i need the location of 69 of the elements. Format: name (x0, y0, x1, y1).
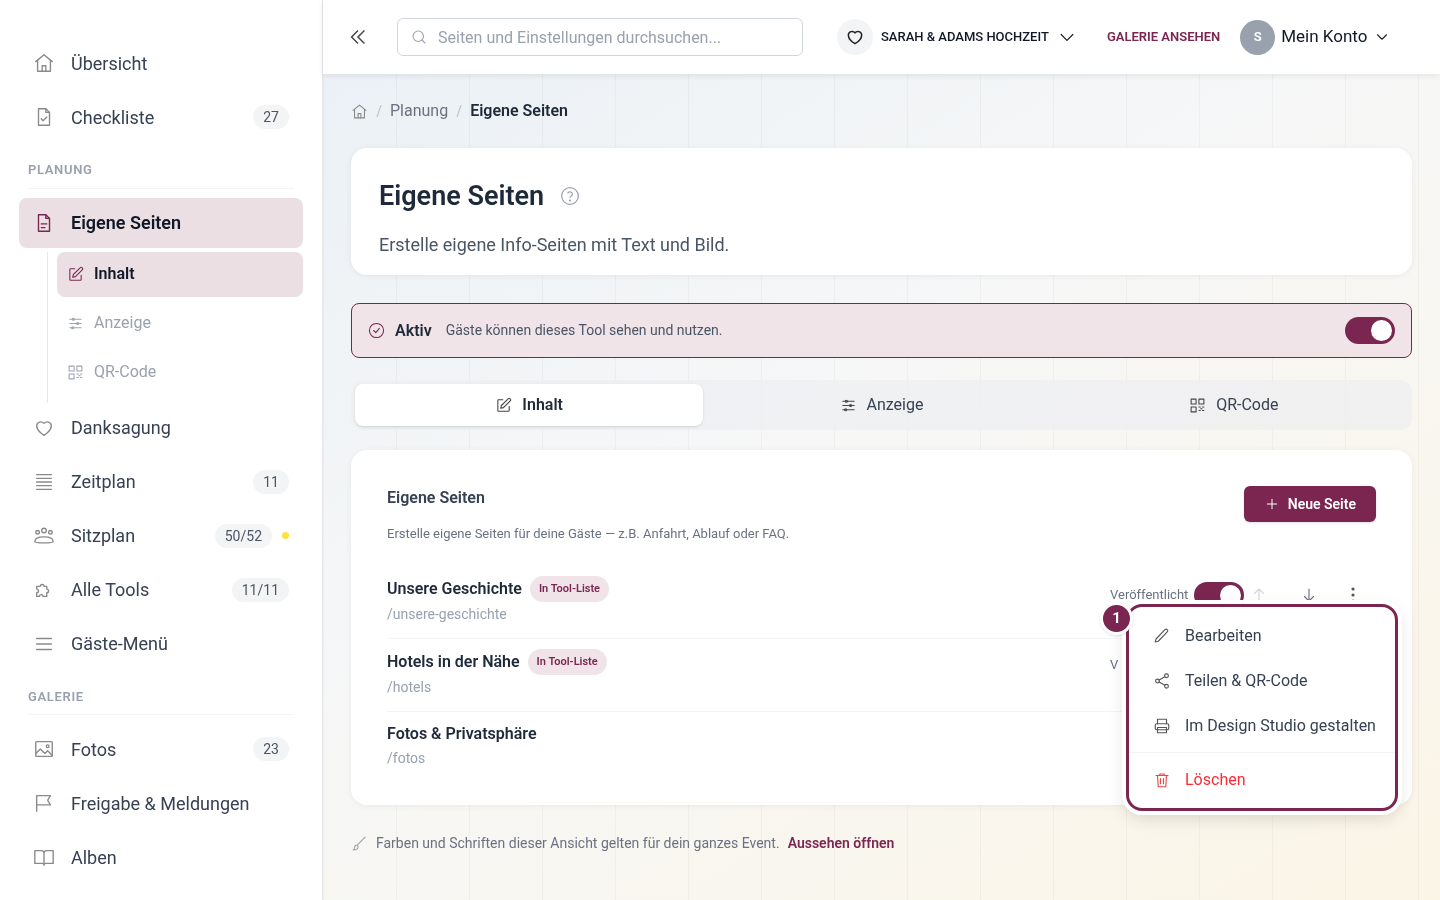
sidebar-item[interactable]: Alben (19, 832, 303, 882)
breadcrumb-separator (376, 104, 382, 118)
printer-icon (1153, 716, 1171, 735)
page-title: Unsere Geschichte (387, 577, 522, 600)
event-selector[interactable]: SARAH & ADAMS HOCHZEIT (837, 19, 1077, 55)
section-description: Erstelle eigene Seiten für deine Gäste — z.B. Anfahrt, Ablauf oder FAQ. (387, 525, 790, 543)
status-label: Aktiv (395, 319, 432, 342)
status-label: V (1110, 655, 1119, 674)
image-icon (33, 738, 55, 760)
share-icon (1153, 671, 1171, 690)
tool-list-badge: In Tool-Liste (529, 575, 610, 602)
edit-icon (495, 396, 513, 414)
section-title: Eigene Seiten (387, 487, 486, 509)
page-title: Hotels in der Nähe (387, 650, 520, 673)
section-heading: PLANUNG (28, 160, 294, 189)
sidebar-item[interactable]: Freigabe & Meldungen (19, 778, 303, 828)
sidebar-item[interactable]: Checkliste 27 (19, 92, 303, 142)
search-field[interactable]: Seiten und Einstellungen durchsuchen... (397, 18, 803, 56)
menu-item[interactable]: Im Design Studio gestalten (1137, 703, 1387, 748)
sidebar-item[interactable]: Fotos 23 (19, 724, 303, 774)
appearance-link[interactable]: Aussehen öffnen (787, 833, 895, 854)
breadcrumb-link[interactable]: Planung (390, 99, 449, 123)
gallery-link[interactable]: GALERIE ANSEHEN (1106, 27, 1221, 47)
brush-icon (351, 835, 368, 852)
page-slug: /unsere-geschichte (387, 604, 508, 624)
page-title: Eigene Seiten (379, 179, 545, 214)
section-heading: GALERIE (28, 686, 294, 715)
menu-item[interactable]: Teilen & QR-Code (1137, 658, 1387, 703)
sidebar-subitem[interactable]: Inhalt (57, 251, 303, 297)
qr-code-icon (1189, 396, 1207, 414)
breadcrumb-separator (456, 104, 463, 118)
status-text: Gäste können dieses Tool sehen und nutzen. (445, 321, 724, 340)
tab[interactable]: Inhalt (355, 384, 704, 426)
count-badge: 27 (253, 105, 289, 129)
breadcrumb-current: Eigene Seiten (470, 100, 569, 122)
menu-item[interactable]: Löschen (1137, 757, 1387, 802)
page-description: Erstelle eigene Info-Seiten mit Text und Bild. (379, 232, 731, 257)
count-badge: 50/52 (214, 523, 272, 548)
sidebar-item[interactable]: Eigene Seiten (19, 197, 303, 248)
tab[interactable]: QR-Code (1059, 384, 1408, 426)
menu-item[interactable]: Bearbeiten (1137, 613, 1387, 658)
search-icon (410, 28, 428, 46)
count-badge: 11 (253, 469, 289, 494)
tool-list-badge: In Tool-Liste (527, 648, 607, 675)
account-menu[interactable]: S Mein Konto (1240, 19, 1392, 55)
sidebar-item[interactable]: Danksagung (19, 402, 303, 453)
status-label: Veröffentlicht (1110, 585, 1189, 604)
home-icon (33, 52, 55, 74)
edit-icon (67, 265, 84, 283)
sidebar-item[interactable]: Alle Tools 11/11 (19, 564, 303, 615)
toggle-switch[interactable] (1345, 317, 1395, 344)
sidebar-item[interactable]: Übersicht (19, 38, 303, 88)
sidebar-item[interactable]: Gäste-Menü (19, 618, 303, 669)
tab[interactable]: Anzeige (707, 384, 1056, 426)
page-slug: /hotels (387, 677, 433, 697)
sidebar-item[interactable]: Zeitplan 11 (19, 456, 303, 507)
count-badge: 23 (253, 737, 289, 761)
check-circle-icon (368, 322, 385, 339)
footer-note: Farben und Schriften dieser Ansicht gelten für dein ganzes Event. (376, 834, 780, 853)
qr-code-icon (67, 363, 84, 381)
page-slug: /fotos (387, 748, 427, 768)
count-badge: 11/11 (231, 577, 289, 602)
new-page-button[interactable]: Neue Seite (1243, 486, 1376, 522)
pencil-icon (1153, 626, 1171, 645)
trash-icon (1153, 770, 1171, 789)
home-icon[interactable] (351, 102, 368, 120)
page-title: Fotos & Privatsphäre (387, 722, 537, 745)
avatar: S (1240, 19, 1276, 55)
sidebar-item[interactable]: Sitzplan 50/52 (19, 510, 303, 561)
